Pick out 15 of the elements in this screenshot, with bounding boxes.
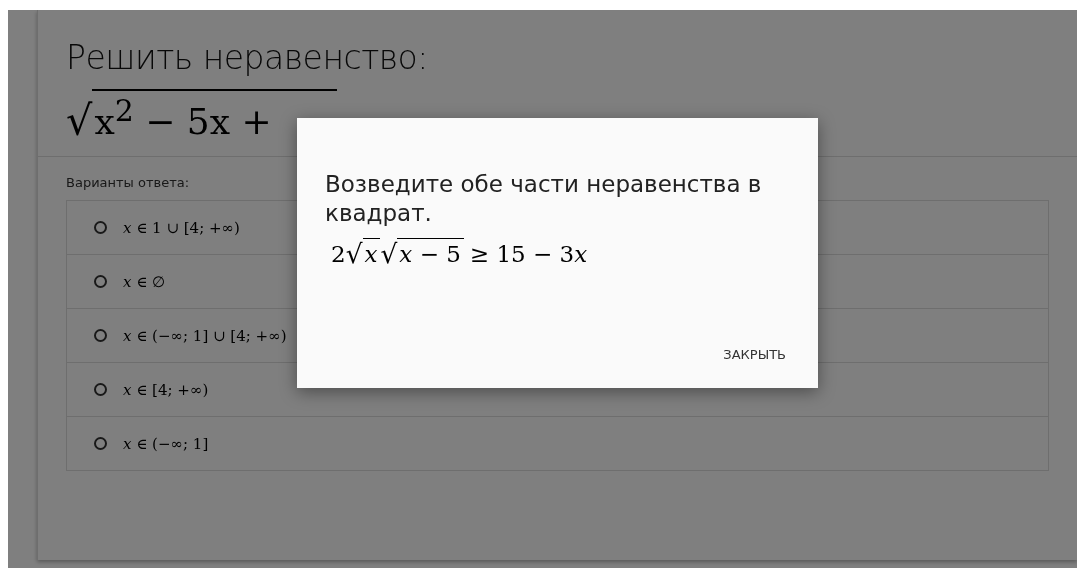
answer-option[interactable]: x ∈ ∅	[123, 272, 166, 291]
math-formula: 2√x√x − 5 ≥ 15 − 3x	[330, 238, 589, 267]
close-button[interactable]: ЗАКРЫТЬ	[719, 341, 790, 368]
radio-button[interactable]	[94, 221, 107, 234]
answer-option[interactable]: x ∈ (−∞; 1] ∪ [4; +∞)	[123, 326, 287, 345]
answer-option[interactable]: x ∈ (−∞; 1]	[123, 434, 209, 453]
radio-button[interactable]	[94, 437, 107, 450]
task-title: Решить неравенство:	[66, 38, 429, 77]
radio-button[interactable]	[94, 329, 107, 342]
answer-option[interactable]: x ∈ 1 ∪ [4; +∞)	[123, 218, 240, 237]
answer-option[interactable]: x ∈ [4; +∞)	[123, 380, 209, 399]
answers-label: Варианты ответа:	[66, 175, 190, 190]
radio-button[interactable]	[94, 275, 107, 288]
radio-button[interactable]	[94, 383, 107, 396]
hint-message: Возведите обе части неравенства в квадрат.	[325, 170, 763, 228]
